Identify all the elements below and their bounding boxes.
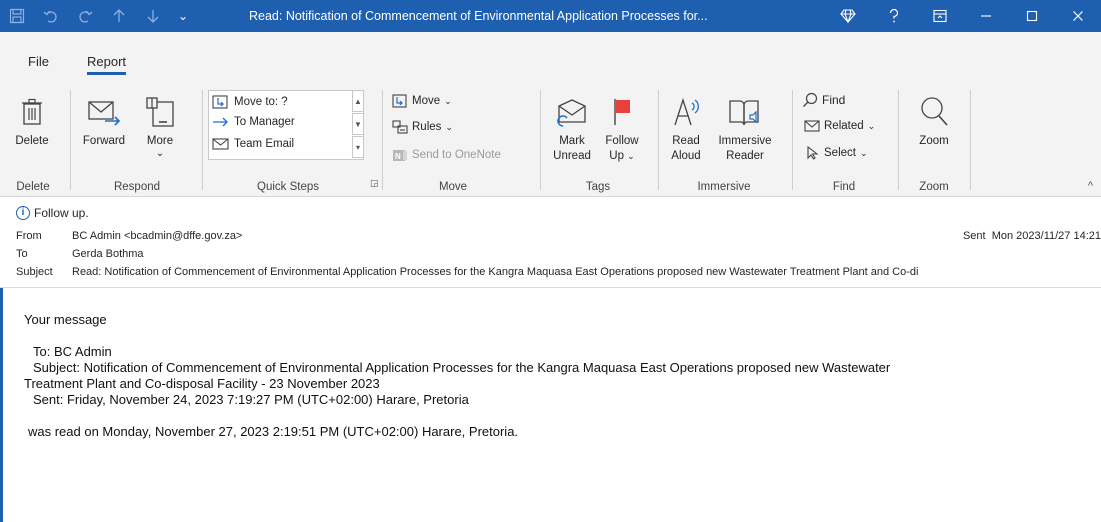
search-icon [803,92,818,107]
delete-group: Delete Delete [0,84,72,197]
message-body: Your message To: BC Admin Subject: Notif… [24,312,890,440]
tags-group-label: Tags [585,181,611,193]
body-subject-line: Subject: Notification of Commencement of… [33,360,891,375]
find-group: Find Related ⌄ Select ⌄ Find [794,84,894,197]
close-icon[interactable] [1055,0,1101,32]
redo-icon[interactable] [68,0,102,32]
follow-up-infobar: i Follow up. [16,206,89,220]
forward-label: Forward [82,135,126,147]
related-button[interactable]: Related ⌄ [804,119,875,133]
send-to-onenote-button[interactable]: N Send to OneNote [392,148,501,162]
immersive-reader-button[interactable]: Immersive Reader [710,90,780,164]
find-button[interactable]: Find [802,92,845,108]
recipient-name[interactable]: Gerda Bothma [72,248,144,260]
chevron-down-icon: ⌄ [867,120,876,131]
dialog-launcher-icon[interactable]: ◲ [370,178,379,189]
divider [658,90,659,190]
body-intro: Your message [24,312,107,327]
premium-diamond-icon[interactable] [825,0,871,32]
forward-button[interactable]: Forward [78,90,130,149]
body-to-line: To: BC Admin [33,344,112,359]
body-subject-continuation: Treatment Plant and Co-disposal Facility… [24,376,380,391]
body-read-line: was read on Monday, November 27, 2023 2:… [28,424,519,439]
undo-icon[interactable] [34,0,68,32]
mark-unread-icon [548,90,596,134]
tags-group: Mark Unread Follow Up ⌄ Tags [542,84,654,197]
divider [792,90,793,190]
immersive-group: Read Aloud Immersive Reader Immersive [660,84,788,197]
forward-mail-icon [78,90,130,134]
ribbon-tabs: File Report [0,32,1101,84]
message-body-pane: Your message To: BC Admin Subject: Notif… [0,287,1101,522]
divider [898,90,899,190]
sent-date: Sent Mon 2023/11/27 14:21 [962,230,1101,242]
move-group: Move ⌄ Rules ⌄ N Send to OneNote Move [384,84,532,197]
delete-label: Delete [15,135,49,147]
ribbon-display-options-icon[interactable] [917,0,963,32]
title-bar: ⌄ Read: Notification of Commencement of … [0,0,1101,32]
find-group-label: Find [832,181,856,193]
tab-file[interactable]: File [28,54,49,69]
body-left-border [0,288,3,522]
follow-up-button[interactable]: Follow Up ⌄ [600,90,644,164]
more-label: More [146,135,174,147]
rules-icon [392,120,408,134]
rules-button[interactable]: Rules ⌄ [392,120,453,134]
maximize-icon[interactable] [1009,0,1055,32]
svg-text:N: N [395,152,401,161]
delete-button[interactable]: Delete [10,90,54,149]
red-flag-icon [600,90,644,134]
message-header: i Follow up. From BC Admin <bcadmin@dffe… [0,198,1101,286]
trash-icon [10,90,54,134]
delete-group-label: Delete [16,181,50,193]
next-item-icon[interactable] [136,0,170,32]
more-respond-button[interactable]: More ⌄ [140,90,180,159]
body-sent-line: Sent: Friday, November 24, 2023 7:19:27 … [33,392,469,407]
ribbon: Delete Delete Forward More ⌄ Respond Mov… [0,84,1101,197]
divider [202,90,203,190]
save-icon[interactable] [0,0,34,32]
tab-report[interactable]: Report [87,54,127,75]
chevron-down-icon: ⌄ [155,148,165,159]
divider [70,90,71,190]
more-respond-icon [140,90,180,134]
read-aloud-button[interactable]: Read Aloud [668,90,704,164]
mark-unread-button[interactable]: Mark Unread [548,90,596,164]
move-group-label: Move [438,181,468,193]
select-button[interactable]: Select ⌄ [806,146,868,160]
respond-group: Forward More ⌄ Respond [72,84,202,197]
zoom-group: Zoom Zoom [900,84,968,197]
divider [382,90,383,190]
help-icon[interactable] [871,0,917,32]
quick-steps-group: Quick Steps [204,84,372,197]
subject-text: Read: Notification of Commencement of En… [72,266,919,278]
chevron-down-icon: ⌄ [445,121,453,132]
immersive-reader-icon [710,90,780,134]
zoom-magnifier-icon [910,90,958,134]
move-button[interactable]: Move ⌄ [392,94,452,108]
previous-item-icon[interactable] [102,0,136,32]
chevron-down-icon: ⌄ [859,147,868,158]
sender-address[interactable]: BC Admin <bcadmin@dffe.gov.za> [72,230,242,242]
related-mail-icon [804,120,820,132]
read-aloud-icon [668,90,704,134]
chevron-down-icon: ⌄ [627,151,635,161]
cursor-icon [807,146,819,160]
info-icon: i [16,206,30,220]
minimize-icon[interactable] [963,0,1009,32]
move-folder-icon [392,94,407,108]
respond-group-label: Respond [113,181,161,193]
divider [970,90,971,190]
chevron-down-icon: ⌄ [444,95,452,106]
immersive-group-label: Immersive [697,181,751,193]
divider [540,90,541,190]
zoom-button[interactable]: Zoom [910,90,958,149]
quick-access-toolbar: ⌄ [0,0,196,32]
customize-toolbar-icon[interactable]: ⌄ [170,0,196,32]
window-title: Read: Notification of Commencement of En… [249,9,708,23]
zoom-group-label: Zoom [919,181,949,193]
quick-steps-group-label: Quick Steps [257,181,319,193]
onenote-icon: N [393,150,407,161]
collapse-ribbon-icon[interactable]: ^ [1088,180,1093,192]
